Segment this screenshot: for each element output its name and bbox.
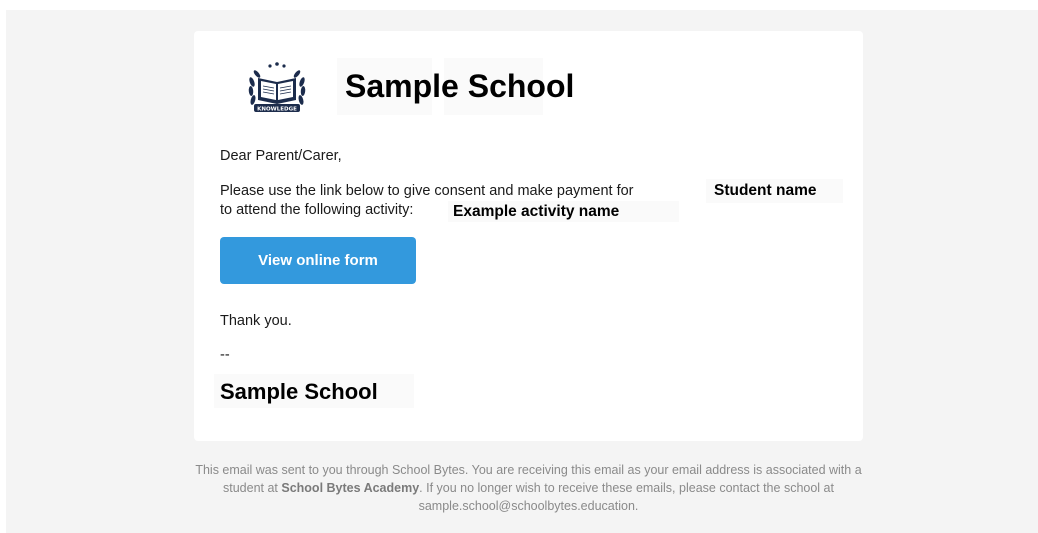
signature-separator: --	[220, 347, 230, 363]
thank-you-text: Thank you.	[220, 313, 292, 329]
logo-banner-text: KNOWLEDGE	[257, 107, 297, 113]
signature-school-name: Sample School	[220, 379, 378, 404]
student-name: Student name	[714, 182, 817, 199]
footer-text-part2: . If you no longer wish to receive these…	[418, 481, 834, 513]
footer-academy-name: School Bytes Academy	[281, 481, 420, 495]
view-online-form-button[interactable]: View online form	[220, 237, 416, 284]
consent-message-line1: Please use the link below to give consen…	[220, 183, 634, 199]
activity-name: Example activity name	[453, 203, 620, 220]
footer-disclaimer: This email was sent to you through Schoo…	[194, 461, 863, 515]
greeting: Dear Parent/Carer,	[220, 148, 342, 164]
consent-message-line2: to attend the following activity:	[220, 202, 414, 218]
school-logo: KNOWLEDGE	[248, 62, 306, 113]
school-name-heading: Sample School	[345, 68, 575, 104]
